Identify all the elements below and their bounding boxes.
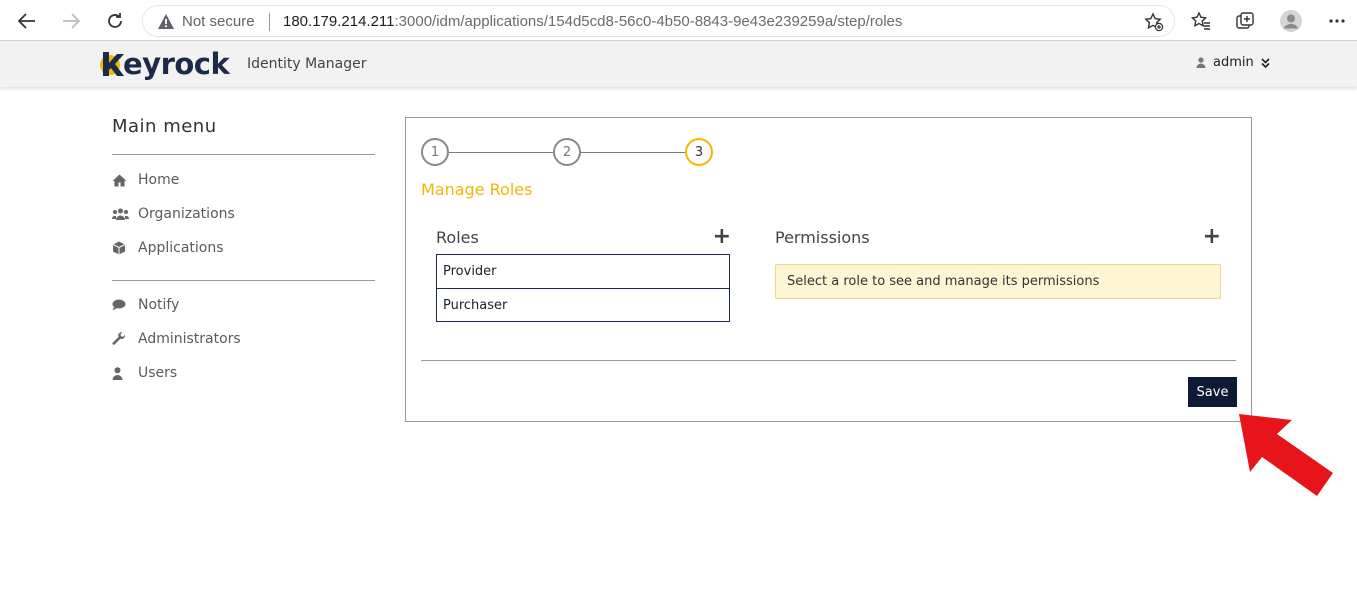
back-button[interactable] xyxy=(14,8,40,34)
step-1[interactable]: 1 xyxy=(421,138,449,166)
sidebar-item-administrators[interactable]: Administrators xyxy=(112,322,375,356)
cube-icon xyxy=(112,241,130,255)
app-subtitle: Identity Manager xyxy=(247,56,367,72)
sidebar-item-label: Applications xyxy=(138,240,224,256)
sidebar-item-label: Notify xyxy=(138,297,180,313)
collections-icon[interactable] xyxy=(1233,9,1257,33)
user-name: admin xyxy=(1213,55,1254,70)
permissions-info-alert: Select a role to see and manage its perm… xyxy=(775,264,1221,299)
page-title: Manage Roles xyxy=(421,180,533,199)
roles-header: Roles + xyxy=(436,226,731,248)
app-header: eyrock Identity Manager admin xyxy=(0,41,1357,87)
secondary-menu: Notify Administrators Users xyxy=(112,288,375,390)
add-permission-button[interactable]: + xyxy=(1203,226,1221,248)
arrow-left-icon xyxy=(18,13,35,29)
permissions-title: Permissions xyxy=(775,228,870,247)
user-menu[interactable]: admin xyxy=(1196,55,1270,70)
user-icon xyxy=(1196,57,1206,68)
sidebar-item-label: Users xyxy=(138,365,178,381)
sidebar-item-label: Organizations xyxy=(138,206,235,222)
security-status[interactable]: Not secure xyxy=(182,13,255,30)
primary-menu: Home Organizations Applications xyxy=(112,155,375,265)
user-icon xyxy=(112,366,130,380)
warning-icon xyxy=(157,13,175,34)
home-icon xyxy=(112,173,130,187)
reload-button[interactable] xyxy=(102,8,128,34)
profile-avatar-icon[interactable] xyxy=(1279,9,1303,33)
sidebar: Main menu Home Organizations Application… xyxy=(112,116,375,390)
roles-list: Provider Purchaser xyxy=(436,254,730,322)
address-divider xyxy=(269,13,270,31)
permissions-header: Permissions + xyxy=(775,226,1221,248)
step-3-active[interactable]: 3 xyxy=(685,138,713,166)
keyrock-logo[interactable]: eyrock xyxy=(98,47,230,81)
url-text[interactable]: 180.179.214.211:3000/idm/applications/15… xyxy=(283,13,902,30)
add-role-button[interactable]: + xyxy=(713,226,731,248)
role-item-provider[interactable]: Provider xyxy=(437,255,729,288)
more-options-icon[interactable] xyxy=(1325,9,1349,33)
sidebar-item-label: Administrators xyxy=(138,331,241,347)
double-chevron-down-icon xyxy=(1261,57,1270,68)
address-bar[interactable]: Not secure 180.179.214.211:3000/idm/appl… xyxy=(142,5,1175,37)
step-2[interactable]: 2 xyxy=(553,138,581,166)
role-item-purchaser[interactable]: Purchaser xyxy=(437,288,729,321)
url-host: 180.179.214.211 xyxy=(283,13,395,30)
sidebar-item-notify[interactable]: Notify xyxy=(112,288,375,322)
step-connector xyxy=(581,152,685,153)
sidebar-item-home[interactable]: Home xyxy=(112,163,375,197)
wizard-stepper: 1 2 3 xyxy=(421,138,721,168)
step-connector xyxy=(449,152,553,153)
logo-text: eyrock xyxy=(123,47,230,81)
roles-title: Roles xyxy=(436,228,479,247)
sidebar-item-organizations[interactable]: Organizations xyxy=(112,197,375,231)
reload-icon xyxy=(108,13,122,28)
manage-roles-panel: 1 2 3 Manage Roles Roles + Provider Purc… xyxy=(405,117,1252,422)
keyrock-k-icon xyxy=(100,52,124,76)
browser-toolbar: Not secure 180.179.214.211:3000/idm/appl… xyxy=(0,0,1357,41)
url-path: :3000/idm/applications/154d5cd8-56c0-4b5… xyxy=(394,13,903,30)
forward-button[interactable] xyxy=(58,8,84,34)
sidebar-item-label: Home xyxy=(138,172,180,188)
sidebar-item-users[interactable]: Users xyxy=(112,356,375,390)
save-button[interactable]: Save xyxy=(1188,377,1237,407)
wrench-icon xyxy=(112,332,130,346)
sidebar-title: Main menu xyxy=(112,116,375,155)
arrow-right-icon xyxy=(63,13,80,29)
sidebar-divider xyxy=(112,280,375,281)
favorites-icon[interactable] xyxy=(1189,9,1213,33)
panel-divider xyxy=(421,360,1236,361)
users-icon xyxy=(112,207,130,221)
add-favorite-icon[interactable] xyxy=(1144,12,1164,36)
comment-icon xyxy=(112,298,130,312)
annotation-arrow-icon xyxy=(1239,414,1333,496)
sidebar-item-applications[interactable]: Applications xyxy=(112,231,375,265)
